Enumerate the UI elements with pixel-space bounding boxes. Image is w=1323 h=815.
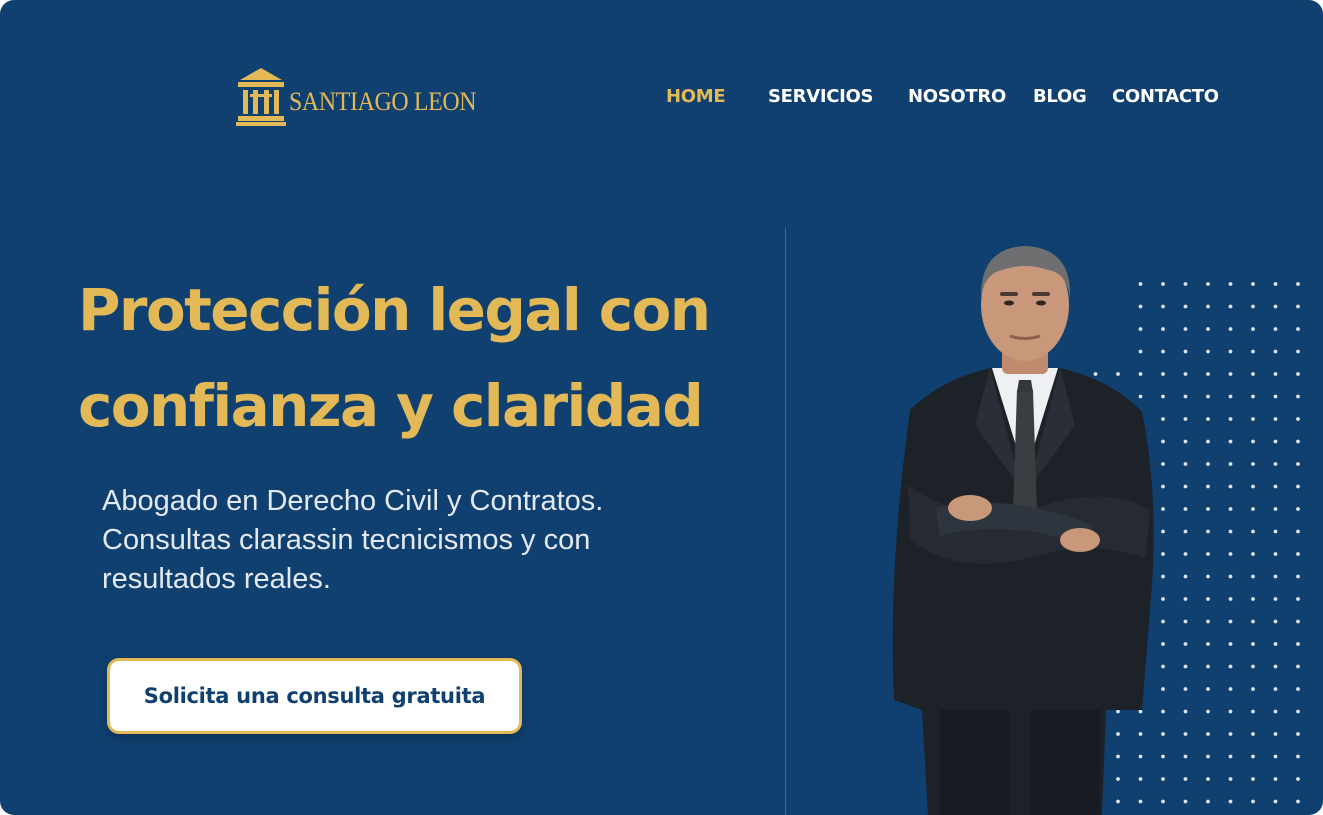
headline-line-1: Protección legal con <box>78 276 711 344</box>
nav-item-home[interactable]: HOME <box>666 86 726 107</box>
headline-line-2: confianza y claridad <box>78 372 704 440</box>
hero-subtitle: Abogado en Derecho Civil y Contratos. Co… <box>102 485 604 595</box>
section-divider <box>785 228 786 815</box>
landing-page: SANTIAGO LEON HOME SERVICIOS NOSOTRO BLO… <box>0 0 1323 815</box>
hero-headline: Protección legal con confianza y clarida… <box>78 262 778 454</box>
free-consultation-button[interactable]: Solicita una consulta gratuita <box>107 658 522 734</box>
courthouse-icon <box>236 68 286 126</box>
nav-item-servicios[interactable]: SERVICIOS <box>768 86 874 107</box>
nav-item-nosotro[interactable]: NOSOTRO <box>908 86 1006 107</box>
nav-item-contacto[interactable]: CONTACTO <box>1112 86 1219 107</box>
brand-name: SANTIAGO LEON <box>289 87 477 116</box>
nav-item-blog[interactable]: BLOG <box>1033 86 1087 107</box>
lawyer-portrait <box>892 246 1154 815</box>
logo[interactable]: SANTIAGO LEON <box>236 68 493 126</box>
